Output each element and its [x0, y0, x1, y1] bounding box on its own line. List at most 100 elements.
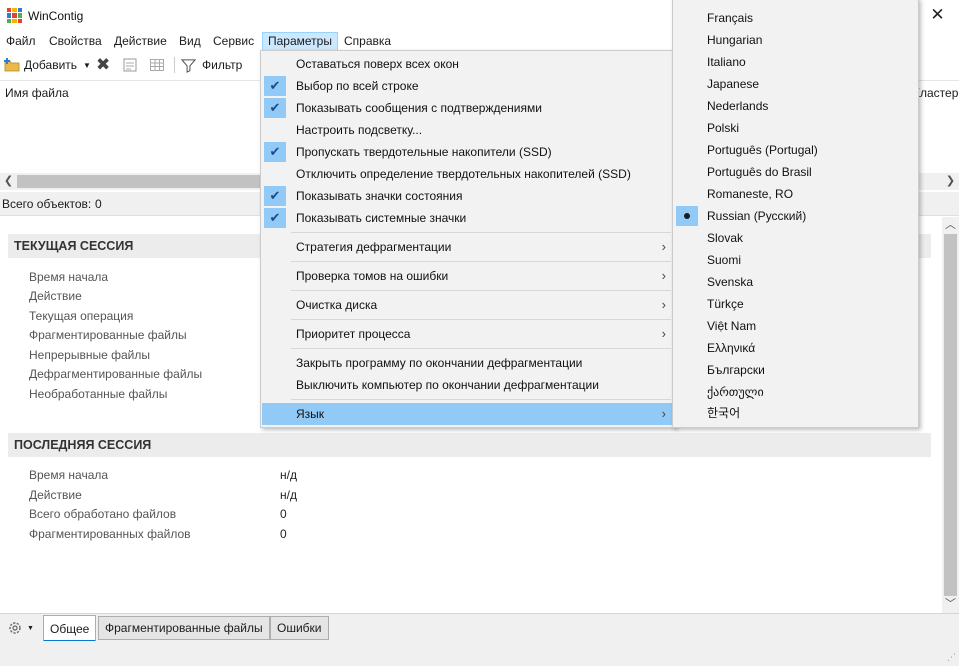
grid-button[interactable]: [149, 55, 165, 75]
language-submenu: Français Hungarian Italiano Japanese Ned…: [672, 0, 919, 428]
menu-item-show-system-icons[interactable]: ✔ Показывать системные значки: [262, 207, 674, 229]
add-button[interactable]: Добавить ▼: [4, 55, 91, 75]
properties-button[interactable]: [122, 55, 138, 75]
language-item[interactable]: ქართული: [674, 381, 917, 403]
gear-icon: [9, 622, 21, 634]
menu-item-close-after-defrag[interactable]: Закрыть программу по окончании дефрагмен…: [262, 352, 674, 374]
kv-value: 0: [280, 507, 287, 521]
menu-item-disk-cleanup[interactable]: Очистка диска ›: [262, 294, 674, 316]
menu-item-disable-ssd-detection[interactable]: Отключить определение твердотельных нако…: [262, 163, 674, 185]
menu-item-show-status-icons[interactable]: ✔ Показывать значки состояния: [262, 185, 674, 207]
menu-item-shutdown-after-defrag[interactable]: Выключить компьютер по окончании дефрагм…: [262, 374, 674, 396]
language-item[interactable]: Nederlands: [674, 95, 917, 117]
menu-item-show-confirmations[interactable]: ✔ Показывать сообщения с подтверждениями: [262, 97, 674, 119]
menu-item-label: Стратегия дефрагментации: [296, 240, 452, 254]
language-item[interactable]: Suomi: [674, 249, 917, 271]
settings-dropdown[interactable]: ▼: [3, 617, 41, 639]
language-item[interactable]: Български: [674, 359, 917, 381]
kv-label: Действие: [29, 289, 82, 303]
menu-item-label: Язык: [296, 407, 325, 421]
language-item[interactable]: Hungarian: [674, 29, 917, 51]
menu-file[interactable]: Файл: [0, 32, 42, 51]
resize-grip-icon[interactable]: ⋰: [947, 652, 956, 663]
vertical-scroll-thumb[interactable]: [944, 234, 957, 596]
menu-action[interactable]: Действие: [108, 32, 173, 51]
language-item[interactable]: Romaneste, RO: [674, 183, 917, 205]
language-item[interactable]: Italiano: [674, 51, 917, 73]
filter-button[interactable]: Фильтр: [181, 55, 242, 75]
kv-label: Необработанные файлы: [29, 387, 168, 401]
language-item[interactable]: Português do Brasil: [674, 161, 917, 183]
language-item[interactable]: Português (Portugal): [674, 139, 917, 161]
chevron-right-icon: ›: [661, 406, 666, 421]
chevron-right-icon: ›: [661, 326, 666, 341]
menu-parameters[interactable]: Параметры: [262, 32, 338, 51]
scroll-down-icon[interactable]: ﹀: [942, 596, 959, 613]
kv-label: Время начала: [29, 270, 109, 284]
language-item[interactable]: Japanese: [674, 73, 917, 95]
language-item-selected[interactable]: Russian (Русский): [674, 205, 917, 227]
menu-help[interactable]: Справка: [338, 32, 397, 51]
menu-item-check-volumes[interactable]: Проверка томов на ошибки ›: [262, 265, 674, 287]
kv-value: 0: [280, 527, 287, 541]
scroll-left-icon[interactable]: ❮: [0, 173, 17, 190]
column-cluster[interactable]: Кластер: [913, 86, 958, 100]
kv-value: н/д: [280, 468, 297, 482]
scroll-right-icon[interactable]: ❯: [942, 173, 959, 190]
tab-errors[interactable]: Ошибки: [270, 616, 329, 640]
add-folder-icon: [4, 58, 20, 72]
kv-label: Дефрагментированные файлы: [29, 367, 203, 381]
scroll-up-icon[interactable]: ︿: [942, 217, 959, 234]
language-item[interactable]: Svenska: [674, 271, 917, 293]
language-item[interactable]: 한국어: [674, 402, 917, 424]
language-item[interactable]: Türkçe: [674, 293, 917, 315]
menu-item-configure-highlight[interactable]: Настроить подсветку...: [262, 119, 674, 141]
menu-item-label: Оставаться поверх всех окон: [296, 57, 459, 71]
properties-icon: [123, 58, 137, 72]
menu-item-skip-ssd[interactable]: ✔ Пропускать твердотельные накопители (SS…: [262, 141, 674, 163]
menu-item-label: Очистка диска: [296, 298, 378, 312]
menu-view[interactable]: Вид: [173, 32, 207, 51]
current-session-title: ТЕКУЩАЯ СЕССИЯ: [14, 239, 134, 253]
kv-label: Действие: [29, 488, 82, 502]
kv-label: Непрерывные файлы: [29, 348, 150, 362]
language-item[interactable]: Việt Nam: [674, 315, 917, 337]
menu-item-label: Пропускать твердотельные накопители (SSD…: [296, 145, 552, 159]
checkmark-icon: ✔: [264, 208, 286, 228]
remove-icon: ✖: [96, 55, 111, 74]
language-item[interactable]: Français: [674, 7, 917, 29]
remove-button[interactable]: ✖: [96, 55, 110, 75]
last-session-title: ПОСЛЕДНЯЯ СЕССИЯ: [14, 438, 152, 452]
window-title: WinContig: [28, 9, 84, 23]
chevron-right-icon: ›: [661, 268, 666, 283]
app-icon: [7, 8, 22, 23]
chevron-down-icon: ▼: [83, 60, 91, 70]
column-filename[interactable]: Имя файла: [5, 86, 69, 100]
grid-icon: [150, 59, 164, 71]
toolbar-separator: [174, 57, 175, 73]
menu-item-label: Приоритет процесса: [296, 327, 411, 341]
menu-item-label: Проверка томов на ошибки: [296, 269, 449, 283]
menu-item-label: Выбор по всей строке: [296, 79, 419, 93]
vertical-scrollbar[interactable]: ︿ ﹀: [942, 217, 959, 613]
menu-item-language[interactable]: Язык ›: [262, 403, 674, 425]
menu-item-full-row-select[interactable]: ✔ Выбор по всей строке: [262, 75, 674, 97]
checkmark-icon: ✔: [264, 98, 286, 118]
menu-item-defrag-strategy[interactable]: Стратегия дефрагментации ›: [262, 236, 674, 258]
last-session-header: ПОСЛЕДНЯЯ СЕССИЯ: [8, 433, 931, 457]
language-item[interactable]: Ελληνικά: [674, 337, 917, 359]
menu-item-process-priority[interactable]: Приоритет процесса ›: [262, 323, 674, 345]
filter-button-label: Фильтр: [202, 58, 243, 72]
close-icon[interactable]: ✕: [916, 0, 959, 31]
checkmark-icon: ✔: [264, 142, 286, 162]
language-item[interactable]: Polski: [674, 117, 917, 139]
kv-label: Фрагментированные файлы: [29, 328, 187, 342]
object-count-label: Всего объектов:: [2, 197, 92, 211]
scroll-thumb[interactable]: [17, 175, 260, 188]
language-item[interactable]: Slovak: [674, 227, 917, 249]
menu-item-stay-on-top[interactable]: Оставаться поверх всех окон: [262, 53, 674, 75]
menu-properties[interactable]: Свойства: [43, 32, 108, 51]
tab-fragmented-files[interactable]: Фрагментированные файлы: [98, 616, 270, 640]
menu-service[interactable]: Сервис: [207, 32, 260, 51]
tab-general[interactable]: Общее: [43, 615, 97, 642]
